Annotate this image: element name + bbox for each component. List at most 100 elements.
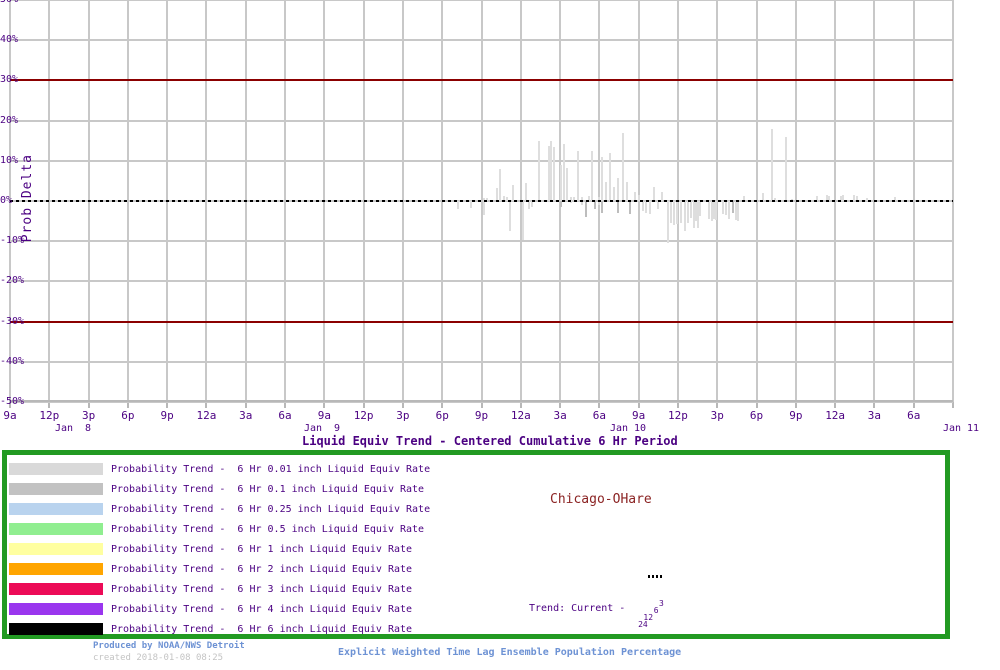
prob-bar xyxy=(566,167,568,201)
x-tick-label: 12p xyxy=(668,409,688,422)
prob-bar xyxy=(457,201,459,210)
x-tick-label: 6a xyxy=(907,409,921,422)
legend-label: Probability Trend - 6 Hr 0.25 inch Liqui… xyxy=(111,503,431,515)
grid-line-h xyxy=(10,0,953,1)
legend-label: Probability Trend - 6 Hr 2 inch Liquid E… xyxy=(111,563,413,575)
legend-label: Probability Trend - 6 Hr 4 inch Liquid E… xyxy=(111,603,413,615)
liquid-equiv-trend-page: 50%40%30%20%10%0%-10%-20%-30%-40%-50% 9a… xyxy=(0,0,1000,670)
prob-bar xyxy=(577,150,579,201)
prob-bar xyxy=(601,156,603,201)
legend-row: Probability Trend - 6 Hr 0.01 inch Liqui… xyxy=(7,459,430,479)
prob-bar xyxy=(676,201,678,225)
prob-bar xyxy=(690,201,692,218)
x-tick-label: 9p xyxy=(789,409,803,422)
y-tick-label: -40% xyxy=(0,355,25,367)
grid-line-h xyxy=(10,119,953,122)
prob-bar xyxy=(617,201,619,214)
prob-bar xyxy=(687,201,689,224)
prob-bar xyxy=(553,147,555,201)
prob-bar xyxy=(509,201,511,232)
legend-swatch xyxy=(9,523,103,535)
x-tick-label: 6p xyxy=(749,409,764,422)
footer-produced-by: Produced by NOAA/NWS Detroit xyxy=(93,641,245,651)
grid-line-h xyxy=(10,360,953,363)
legend-row: Probability Trend - 6 Hr 3 inch Liquid E… xyxy=(7,579,430,599)
prob-bar xyxy=(667,201,669,244)
prob-bar xyxy=(563,143,565,201)
legend-rows: Probability Trend - 6 Hr 0.01 inch Liqui… xyxy=(7,459,430,639)
prob-bar xyxy=(528,201,530,210)
trend-lag-label: 24 xyxy=(638,620,648,629)
threshold-line xyxy=(10,79,953,82)
prob-bar xyxy=(605,181,607,201)
x-tick-label: 3p xyxy=(710,409,724,422)
legend-label: Probability Trend - 6 Hr 0.5 inch Liquid… xyxy=(111,523,425,535)
grid-line-h xyxy=(10,159,953,162)
prob-bar xyxy=(470,201,472,209)
x-tick-label: 12a xyxy=(510,409,531,422)
y-tick-label: 0% xyxy=(0,195,13,206)
prob-bar xyxy=(629,201,631,214)
prob-bar xyxy=(737,201,739,222)
trend-lag-label: 6 xyxy=(653,606,659,615)
legend-swatch xyxy=(9,623,103,635)
prob-bar xyxy=(594,201,596,210)
x-tick-label: 3a xyxy=(553,409,567,422)
prob-bar xyxy=(585,201,587,218)
prob-bar xyxy=(645,201,647,214)
prob-bar xyxy=(560,164,562,201)
legend-swatch xyxy=(9,463,103,475)
prob-bar xyxy=(684,201,686,232)
prob-bar xyxy=(609,152,611,201)
legend-swatch xyxy=(9,503,103,515)
legend-row: Probability Trend - 6 Hr 1 inch Liquid E… xyxy=(7,539,430,559)
x-tick-label: 6p xyxy=(435,409,449,422)
prob-bar xyxy=(601,201,603,214)
x-axis-line xyxy=(10,400,953,402)
legend-row: Probability Trend - 6 Hr 2 inch Liquid E… xyxy=(7,559,430,579)
prob-bar xyxy=(653,186,655,201)
prob-delta-chart: 50%40%30%20%10%0%-10%-20%-30%-40%-50% 9a… xyxy=(0,0,1000,450)
x-tick-label: 12a xyxy=(825,409,846,422)
legend-box: Probability Trend - 6 Hr 0.01 inch Liqui… xyxy=(2,450,950,639)
x-tick-label: 12p xyxy=(39,409,60,422)
prob-bar xyxy=(617,177,619,201)
x-tick-label: 9a xyxy=(3,409,17,422)
grid-line-h xyxy=(10,280,953,283)
legend-label: Probability Trend - 6 Hr 0.1 inch Liquid… xyxy=(111,483,425,495)
y-tick-label: 10% xyxy=(0,154,19,166)
date-label: Jan 10 xyxy=(609,423,647,434)
legend-row: Probability Trend - 6 Hr 6 inch Liquid E… xyxy=(7,619,430,639)
date-label: Jan 8 xyxy=(54,423,92,434)
prob-bar xyxy=(722,201,724,214)
legend-label: Probability Trend - 6 Hr 3 inch Liquid E… xyxy=(111,583,413,595)
prob-bar xyxy=(538,140,540,201)
prob-bar xyxy=(591,150,593,201)
date-label: Jan 9 xyxy=(303,423,341,434)
x-tick-label: 3p xyxy=(81,409,96,422)
y-tick-label: 40% xyxy=(0,34,19,46)
prob-bar xyxy=(512,184,514,201)
y-tick-label: -30% xyxy=(0,315,25,327)
grid-line-h xyxy=(10,39,953,42)
x-tick-label: 3p xyxy=(396,409,410,422)
trend-lag-label: 3 xyxy=(659,599,664,608)
x-tick-label: 6a xyxy=(592,409,606,422)
x-tick-label: 9p xyxy=(160,409,174,422)
x-tick-label: 12a xyxy=(196,409,217,422)
legend-swatch xyxy=(9,563,103,575)
legend-swatch xyxy=(9,543,103,555)
x-tick-label: 9a xyxy=(632,409,646,422)
y-tick-label: -50% xyxy=(0,396,25,407)
chart-title: Liquid Equiv Trend - Centered Cumulative… xyxy=(302,434,678,448)
legend-label: Probability Trend - 6 Hr 6 inch Liquid E… xyxy=(111,623,413,635)
prob-bar xyxy=(657,201,659,210)
prob-bar xyxy=(732,201,734,214)
prob-bar xyxy=(673,201,675,226)
prob-bar xyxy=(525,183,527,201)
legend-label: Probability Trend - 6 Hr 1 inch Liquid E… xyxy=(111,543,413,555)
prob-bar xyxy=(725,201,727,216)
prob-bar xyxy=(613,186,615,201)
footer-created-timestamp: created 2018-01-08 08:25 xyxy=(93,653,224,663)
station-label: Chicago-OHare xyxy=(550,492,652,507)
